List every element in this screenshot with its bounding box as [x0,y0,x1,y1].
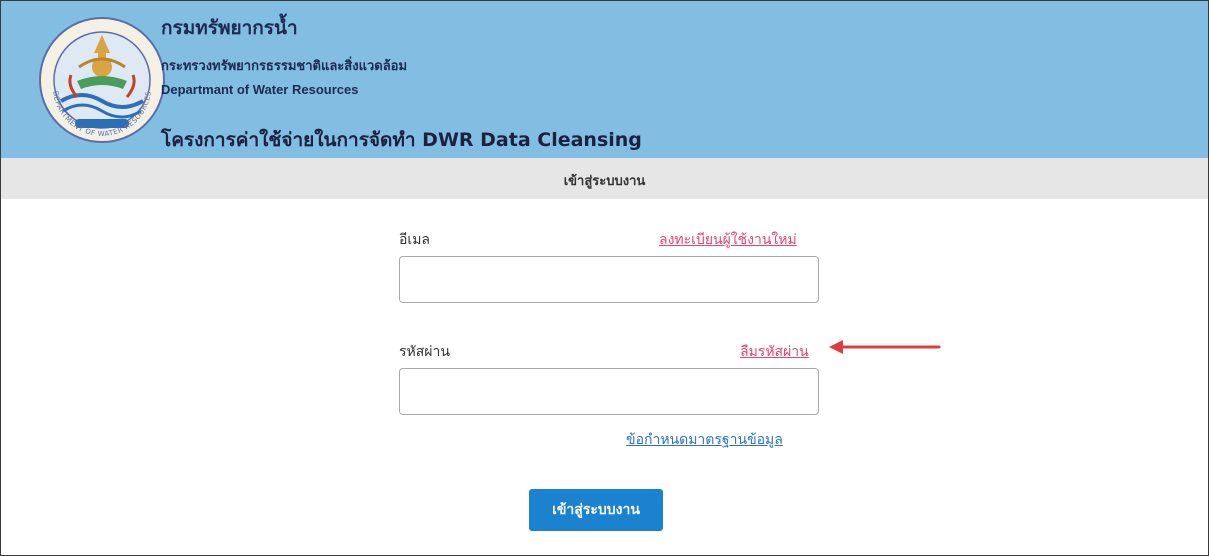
register-link[interactable]: ลงทะเบียนผู้ใช้งานใหม่ [659,229,797,251]
project-title: โครงการค่าใช้จ่ายในการจัดทำ DWR Data Cle… [161,129,642,151]
forgot-password-link[interactable]: ลืมรหัสผ่าน [740,341,809,363]
password-label: รหัสผ่าน [399,344,450,360]
department-name-en: Departmant of Water Resources [161,82,359,97]
password-field[interactable] [399,368,819,415]
login-section-bar: เข้าสู่ระบบงาน [1,158,1208,199]
email-field[interactable] [399,256,819,303]
login-button[interactable]: เข้าสู่ระบบงาน [529,489,663,531]
org-name-th: กรมทรัพยากรน้ำ [161,17,298,39]
data-standard-link[interactable]: ข้อกำหนดมาตรฐานข้อมูล [626,429,783,451]
email-label: อีเมล [399,232,431,248]
site-header: DEPARTMENT OF WATER RESOURCES กรมทรัพยาก… [1,1,1208,158]
page-frame: DEPARTMENT OF WATER RESOURCES กรมทรัพยาก… [0,0,1209,556]
ministry-name: กระทรวงทรัพยากรธรรมชาติและสิ่งแวดล้อม [161,59,408,74]
department-logo: DEPARTMENT OF WATER RESOURCES [39,17,165,143]
annotation-arrow-icon [829,340,941,354]
login-section-title: เข้าสู่ระบบงาน [563,174,646,189]
